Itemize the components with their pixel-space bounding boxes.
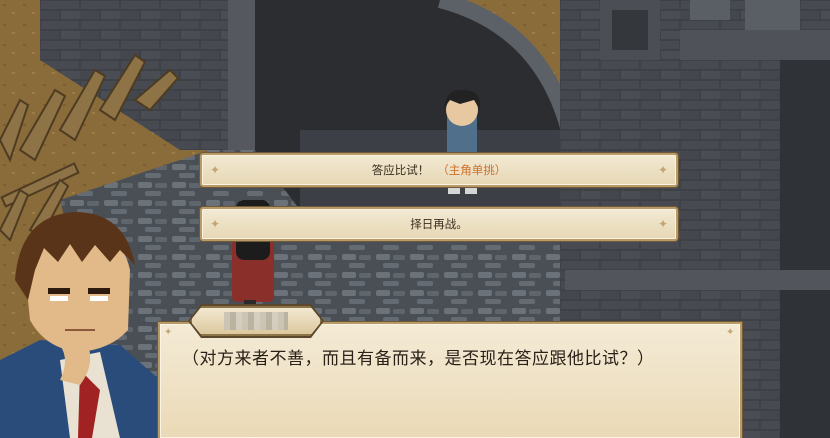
corner-ornament-icon: ✦ [164,327,173,338]
dialogue-text: （对方来者不善，而且有备而来，是否现在答应跟他比试？） [182,349,655,369]
ornament-left-icon: ✦ [209,217,221,231]
ornament-left-icon: ✦ [209,163,221,177]
choice-tag: （主角单挑） [437,163,507,177]
speaker-name-plate [190,306,322,336]
choice-accept-duel-button[interactable]: ✦ 答应比试！ （主角单挑） ✦ [200,153,678,187]
choice-postpone-button[interactable]: ✦ 择日再战。 ✦ [200,207,678,241]
dialogue-box[interactable]: ✦ ✦ （对方来者不善，而且有备而来，是否现在答应跟他比试？） [158,322,742,438]
blurred-name [224,312,288,330]
choice-label: 择日再战。 [410,217,468,231]
corner-ornament-icon: ✦ [726,327,735,338]
ornament-right-icon: ✦ [657,163,669,177]
ornament-right-icon: ✦ [657,217,669,231]
choice-label: 答应比试！ [371,163,430,177]
